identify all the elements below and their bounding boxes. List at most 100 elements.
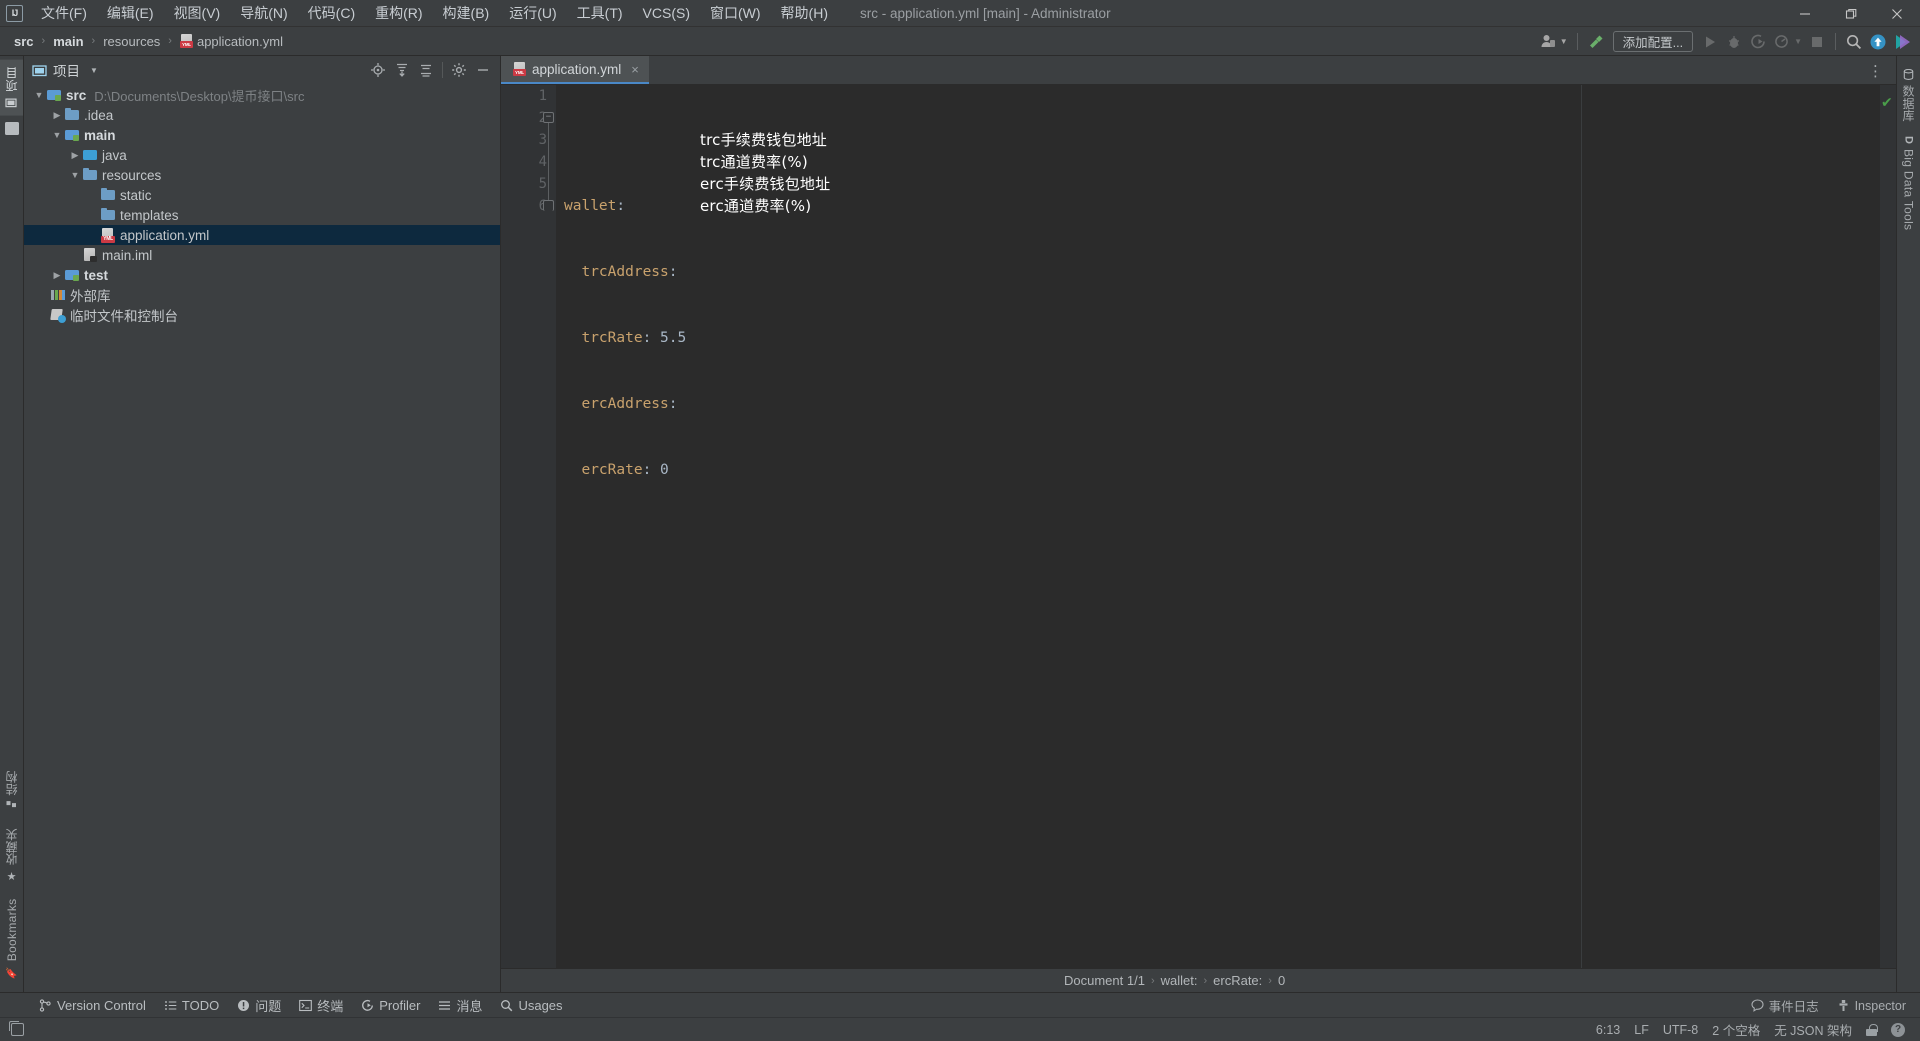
menu-vcs[interactable]: VCS(S) bbox=[633, 0, 700, 26]
indent-setting[interactable]: 2 个空格 bbox=[1705, 1018, 1767, 1041]
annotation-erc-rate: erc通道费率(%) bbox=[700, 195, 811, 216]
tree-row-templates[interactable]: templates bbox=[24, 205, 500, 225]
stripe-favorites[interactable]: ★ 收藏夹 bbox=[0, 821, 23, 890]
yaml-colon: : bbox=[643, 462, 660, 478]
chevron-down-icon[interactable]: ▼ bbox=[50, 130, 64, 140]
editor-tab-application-yml[interactable]: application.yml × bbox=[501, 56, 649, 84]
close-icon[interactable] bbox=[1874, 0, 1920, 27]
lock-icon[interactable] bbox=[1859, 1022, 1884, 1038]
menu-window[interactable]: 窗口(W) bbox=[700, 0, 771, 26]
toolwindow-todo[interactable]: TODO bbox=[155, 995, 228, 1016]
fold-region-line bbox=[548, 123, 549, 201]
tree-row-static[interactable]: static bbox=[24, 185, 500, 205]
menu-view[interactable]: 视图(V) bbox=[164, 0, 231, 26]
menu-run[interactable]: 运行(U) bbox=[499, 0, 566, 26]
stripe-structure[interactable]: 结构 bbox=[0, 764, 23, 819]
more-options-icon[interactable]: ⋮ bbox=[1864, 56, 1888, 85]
tree-row-main[interactable]: ▼ main bbox=[24, 125, 500, 145]
menu-refactor[interactable]: 重构(R) bbox=[365, 0, 432, 26]
build-hammer-icon[interactable] bbox=[1584, 31, 1608, 53]
collapse-all-icon[interactable] bbox=[415, 59, 437, 81]
folder-stripe-icon[interactable] bbox=[5, 122, 19, 135]
tree-row-application-yml[interactable]: application.yml bbox=[24, 225, 500, 245]
search-everywhere-icon[interactable] bbox=[1842, 31, 1866, 53]
annotation-erc-address: erc手续费钱包地址 bbox=[700, 173, 830, 194]
layout-toggle-icon[interactable] bbox=[4, 1021, 31, 1038]
event-log-button[interactable]: 事件日志 bbox=[1751, 996, 1819, 1015]
breadcrumb-value[interactable]: 0 bbox=[1278, 973, 1285, 988]
breadcrumb-item-resources[interactable]: resources bbox=[98, 32, 165, 51]
menu-file[interactable]: 文件(F) bbox=[31, 0, 97, 26]
file-encoding[interactable]: UTF-8 bbox=[1656, 1021, 1705, 1039]
run-icon[interactable] bbox=[1698, 31, 1722, 53]
tree-row-src[interactable]: ▼ src D:\Documents\Desktop\提币接口\src bbox=[24, 85, 500, 105]
code-line-5: ercAddress: bbox=[564, 393, 1880, 415]
breadcrumb-item-src[interactable]: src bbox=[9, 32, 39, 51]
tree-row-test[interactable]: ▶ test bbox=[24, 265, 500, 285]
menu-help[interactable]: 帮助(H) bbox=[771, 0, 838, 26]
project-pane-title[interactable]: 项目 ▼ bbox=[32, 60, 98, 80]
project-pane-actions bbox=[367, 59, 494, 81]
debug-icon[interactable] bbox=[1722, 31, 1746, 53]
ide-services-icon[interactable] bbox=[1890, 31, 1914, 53]
run-configuration-selector[interactable]: 添加配置... bbox=[1613, 31, 1693, 52]
breadcrumb-ercrate[interactable]: ercRate: bbox=[1213, 973, 1262, 988]
chevron-right-icon[interactable]: ▶ bbox=[50, 110, 64, 121]
toolwindow-terminal[interactable]: 终端 bbox=[290, 993, 352, 1018]
menu-tools[interactable]: 工具(T) bbox=[567, 0, 633, 26]
expand-all-icon[interactable] bbox=[391, 59, 413, 81]
inspector-button[interactable]: Inspector bbox=[1837, 999, 1906, 1013]
stripe-project[interactable]: 项目 bbox=[0, 60, 23, 116]
chevron-right-icon[interactable]: ▶ bbox=[68, 150, 82, 161]
chevron-down-icon[interactable]: ▼ bbox=[90, 66, 98, 75]
fold-region-end-icon[interactable] bbox=[543, 200, 554, 211]
menu-edit[interactable]: 编辑(E) bbox=[97, 0, 164, 26]
stripe-big-data-tools[interactable]: D Big Data Tools bbox=[1899, 129, 1919, 238]
menu-code[interactable]: 代码(C) bbox=[298, 0, 365, 26]
balloon-icon bbox=[1751, 999, 1764, 1012]
tree-row-scratches[interactable]: 临时文件和控制台 bbox=[24, 305, 500, 325]
code-viewport[interactable]: wallet: trcAddress: trcRate: 5.5 ercAddr… bbox=[556, 85, 1880, 968]
tree-row-main-iml[interactable]: main.iml bbox=[24, 245, 500, 265]
bottom-tool-window-bar: Version Control TODO 问题 终端 bbox=[0, 992, 1920, 1017]
json-schema-selector[interactable]: 无 JSON 架构 bbox=[1767, 1018, 1859, 1041]
gear-icon[interactable] bbox=[448, 59, 470, 81]
chevron-right-icon[interactable]: ▶ bbox=[50, 270, 64, 281]
help-icon[interactable]: ? bbox=[1884, 1021, 1912, 1039]
hide-icon[interactable] bbox=[472, 59, 494, 81]
run-with-coverage-icon[interactable] bbox=[1746, 31, 1770, 53]
select-opened-file-icon[interactable] bbox=[367, 59, 389, 81]
toolwindow-problems[interactable]: 问题 bbox=[228, 993, 290, 1018]
close-icon[interactable]: × bbox=[631, 62, 639, 77]
menu-navigate[interactable]: 导航(N) bbox=[230, 0, 297, 26]
fold-collapse-icon[interactable]: − bbox=[543, 112, 554, 123]
toolwindow-messages[interactable]: 消息 bbox=[429, 993, 491, 1018]
tree-row-idea[interactable]: ▶ .idea bbox=[24, 105, 500, 125]
menu-build[interactable]: 构建(B) bbox=[433, 0, 500, 26]
maximize-icon[interactable] bbox=[1828, 0, 1874, 27]
inspection-ok-icon[interactable]: ✔ bbox=[1881, 95, 1895, 109]
chevron-down-icon[interactable]: ▼ bbox=[32, 90, 46, 100]
updates-icon[interactable] bbox=[1866, 31, 1890, 53]
minimize-icon[interactable] bbox=[1782, 0, 1828, 27]
toolwindow-usages[interactable]: Usages bbox=[491, 995, 571, 1016]
caret-position[interactable]: 6:13 bbox=[1589, 1021, 1627, 1039]
breadcrumb-item-file[interactable]: application.yml bbox=[175, 32, 288, 51]
branch-icon bbox=[39, 999, 52, 1012]
breadcrumb-wallet[interactable]: wallet: bbox=[1161, 973, 1198, 988]
stop-icon[interactable] bbox=[1805, 31, 1829, 53]
run-with-profiler-icon[interactable]: ▼ bbox=[1770, 31, 1805, 53]
chevron-down-icon[interactable]: ▼ bbox=[68, 170, 82, 180]
editor-gutter[interactable]: 1 2 3 4 5 6 − bbox=[501, 85, 556, 968]
line-separator[interactable]: LF bbox=[1627, 1021, 1656, 1039]
stripe-database[interactable]: 数据库 bbox=[1897, 62, 1920, 129]
tree-row-external-libraries[interactable]: 外部库 bbox=[24, 285, 500, 305]
user-icon[interactable]: ▼ bbox=[1537, 31, 1571, 53]
editor-marker-bar[interactable]: ✔ bbox=[1880, 85, 1896, 968]
toolwindow-profiler[interactable]: Profiler bbox=[352, 995, 429, 1016]
tree-row-resources[interactable]: ▼ resources bbox=[24, 165, 500, 185]
breadcrumb-item-main[interactable]: main bbox=[48, 32, 88, 51]
toolwindow-version-control[interactable]: Version Control bbox=[30, 995, 155, 1016]
stripe-bookmarks[interactable]: 🔖 Bookmarks bbox=[2, 892, 22, 986]
tree-row-java[interactable]: ▶ java bbox=[24, 145, 500, 165]
